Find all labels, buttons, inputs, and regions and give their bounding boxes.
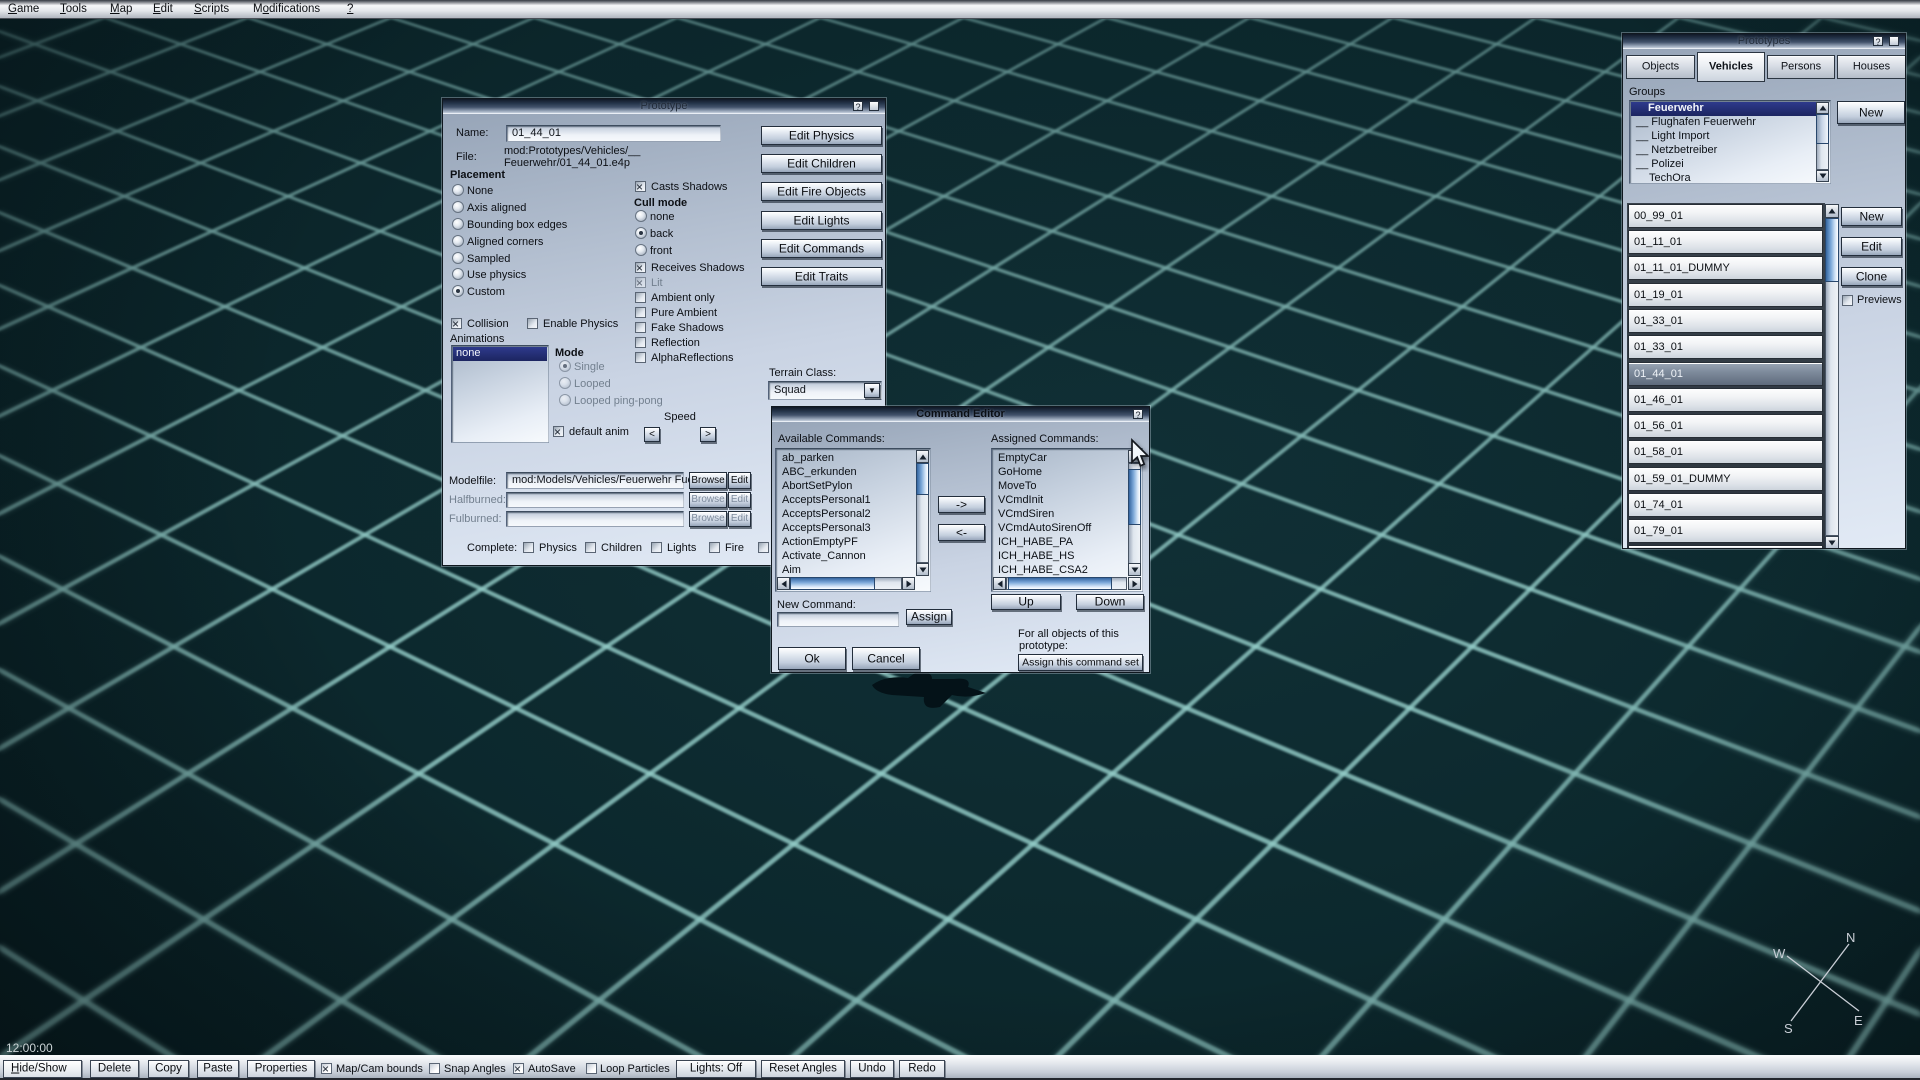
- svg-text:W: W: [1773, 946, 1786, 961]
- svg-text:N: N: [1846, 930, 1855, 945]
- svg-text:S: S: [1784, 1021, 1793, 1036]
- svg-text:E: E: [1854, 1013, 1863, 1028]
